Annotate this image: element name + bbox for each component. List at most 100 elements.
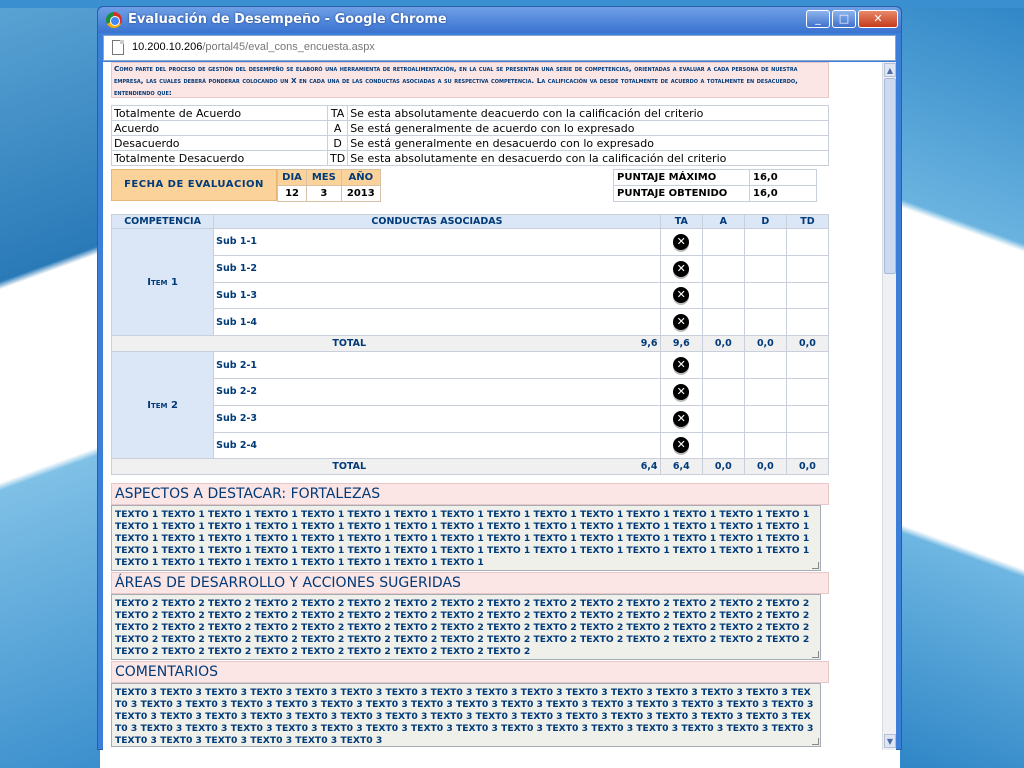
- cell-td[interactable]: [785, 377, 830, 406]
- cell-d[interactable]: [743, 281, 787, 310]
- cell-a[interactable]: [701, 308, 745, 337]
- conducta-label: Sub 1-1: [213, 228, 661, 256]
- legend-row: Totalmente de Acuerdo TA Se esta absolut…: [111, 105, 829, 121]
- header-conductas: CONDUCTAS ASOCIADAS: [213, 214, 661, 229]
- scroll-thumb[interactable]: [884, 78, 896, 274]
- x-mark-icon[interactable]: ✕: [673, 233, 690, 250]
- table-header: COMPETENCIA CONDUCTAS ASOCIADAS TA A D T…: [110, 214, 830, 229]
- table-row: Sub 1-2 ✕: [112, 254, 830, 283]
- legend-desc: Se esta absolutamente en desacuerdo con …: [347, 150, 829, 166]
- cell-a[interactable]: [701, 377, 745, 406]
- cell-d[interactable]: [743, 228, 787, 256]
- x-mark-icon[interactable]: ✕: [673, 357, 690, 374]
- cell-a[interactable]: [701, 404, 745, 433]
- header-td: TD: [785, 214, 830, 229]
- maximize-button[interactable]: □: [832, 10, 856, 28]
- table-row: Sub 2-4 ✕: [112, 431, 830, 460]
- cell-a[interactable]: [701, 351, 745, 379]
- cell-d[interactable]: [743, 404, 787, 433]
- legend-desc: Se está generalmente de acuerdo con lo e…: [347, 120, 829, 136]
- total-row: TOTAL 6,4 6,4 0,0 0,0 0,0: [111, 458, 830, 476]
- vertical-scrollbar[interactable]: ▲ ▼: [882, 62, 896, 750]
- cell-a[interactable]: [701, 228, 745, 256]
- fecha-table: DIA MES AÑO 12 3 2013: [276, 169, 382, 202]
- cell-td[interactable]: [785, 228, 830, 256]
- anio-value: 2013: [340, 185, 382, 202]
- desarrollo-title: ÁREAS DE DESARROLLO Y ACCIONES SUGERIDAS: [111, 572, 829, 594]
- puntaje-max-value: 16,0: [749, 169, 817, 186]
- table-row: Sub 2-2 ✕: [112, 377, 830, 406]
- legend-code: TA: [326, 105, 349, 121]
- comentarios-textarea[interactable]: TEXT0 3 TEXT0 3 TEXT0 3 TEXT0 3 TEXT0 3 …: [111, 683, 821, 747]
- cell-td[interactable]: [785, 404, 830, 433]
- conducta-label: Sub 2-3: [213, 404, 661, 433]
- x-mark-icon[interactable]: ✕: [673, 287, 690, 304]
- puntaje-table: PUNTAJE MÁXIMO 16,0 PUNTAJE OBTENIDO 16,…: [613, 169, 817, 202]
- cell-d[interactable]: [743, 254, 787, 283]
- cell-d[interactable]: [743, 431, 787, 460]
- page-icon: [112, 40, 124, 55]
- cell-d[interactable]: [743, 377, 787, 406]
- cell-a[interactable]: [701, 281, 745, 310]
- legend-desc: Se esta absolutamente deacuerdo con la c…: [347, 105, 829, 121]
- cell-ta[interactable]: ✕: [659, 228, 703, 256]
- mes-value: 3: [306, 185, 342, 202]
- url-text[interactable]: 10.200.10.206/portal45/eval_cons_encuest…: [132, 41, 375, 53]
- cell-td[interactable]: [785, 431, 830, 460]
- cell-d[interactable]: [743, 351, 787, 379]
- close-button[interactable]: ✕: [858, 10, 898, 28]
- table-row: Item 2 Sub 2-1 ✕: [110, 351, 830, 460]
- x-mark-icon[interactable]: ✕: [673, 383, 690, 400]
- puntaje-obtenido-value: 16,0: [749, 185, 817, 202]
- x-mark-icon[interactable]: ✕: [673, 260, 690, 277]
- conducta-label: Sub 2-2: [213, 377, 661, 406]
- header-ta: TA: [659, 214, 703, 229]
- cell-a[interactable]: [701, 431, 745, 460]
- browser-window: Evaluación de Desempeño - Google Chrome …: [97, 6, 902, 750]
- x-mark-icon[interactable]: ✕: [673, 314, 690, 331]
- legend-desc: Se está generalmente en desacuerdo con l…: [347, 135, 829, 151]
- conducta-label: Sub 1-4: [213, 308, 661, 337]
- cell-ta[interactable]: ✕: [659, 431, 703, 460]
- header-competencia: COMPETENCIA: [110, 214, 215, 229]
- cell-ta[interactable]: ✕: [659, 254, 703, 283]
- total-value: 9,6: [640, 338, 658, 350]
- total-row: TOTAL 9,6 9,6 0,0 0,0 0,0: [111, 335, 830, 353]
- legend-label: Totalmente Desacuerdo: [111, 150, 328, 166]
- header-a: A: [701, 214, 745, 229]
- chrome-logo-icon: [106, 12, 122, 28]
- legend-row: Totalmente Desacuerdo TD Se esta absolut…: [111, 150, 829, 166]
- scroll-down-icon[interactable]: ▼: [884, 734, 896, 748]
- cell-ta[interactable]: ✕: [659, 281, 703, 310]
- cell-td[interactable]: [785, 351, 830, 379]
- legend-code: D: [326, 135, 349, 151]
- cell-ta[interactable]: ✕: [659, 351, 703, 379]
- cell-ta[interactable]: ✕: [659, 404, 703, 433]
- mes-header: MES: [306, 169, 342, 186]
- fortalezas-textarea[interactable]: TEXTO 1 TEXTO 1 TEXTO 1 TEXTO 1 TEXTO 1 …: [111, 505, 821, 571]
- title-bar[interactable]: Evaluación de Desempeño - Google Chrome …: [98, 7, 901, 33]
- x-mark-icon[interactable]: ✕: [673, 437, 690, 454]
- competencias-table: COMPETENCIA CONDUCTAS ASOCIADAS TA A D T…: [110, 214, 830, 476]
- cell-ta[interactable]: ✕: [659, 308, 703, 337]
- cell-d[interactable]: [743, 308, 787, 337]
- cell-td[interactable]: [785, 308, 830, 337]
- total-a: 0,0: [701, 458, 745, 476]
- cell-td[interactable]: [785, 281, 830, 310]
- x-mark-icon[interactable]: ✕: [673, 410, 690, 427]
- table-row: Sub 2-3 ✕: [112, 404, 830, 433]
- puntaje-max-label: PUNTAJE MÁXIMO: [613, 169, 750, 186]
- address-bar[interactable]: 10.200.10.206/portal45/eval_cons_encuest…: [103, 35, 896, 61]
- legend-row: Desacuerdo D Se está generalmente en des…: [111, 135, 829, 151]
- minimize-button[interactable]: _: [806, 10, 830, 28]
- desarrollo-textarea[interactable]: TEXTO 2 TEXTO 2 TEXTO 2 TEXTO 2 TEXTO 2 …: [111, 594, 821, 660]
- scroll-up-icon[interactable]: ▲: [884, 63, 896, 77]
- total-d: 0,0: [743, 335, 787, 353]
- cell-ta[interactable]: ✕: [659, 377, 703, 406]
- cell-td[interactable]: [785, 254, 830, 283]
- legend-code: A: [326, 120, 349, 136]
- table-row: Sub 1-4 ✕: [112, 308, 830, 337]
- legend-code: TD: [326, 150, 349, 166]
- cell-a[interactable]: [701, 254, 745, 283]
- table-row: Item 1 Sub 1-1 ✕: [110, 227, 830, 337]
